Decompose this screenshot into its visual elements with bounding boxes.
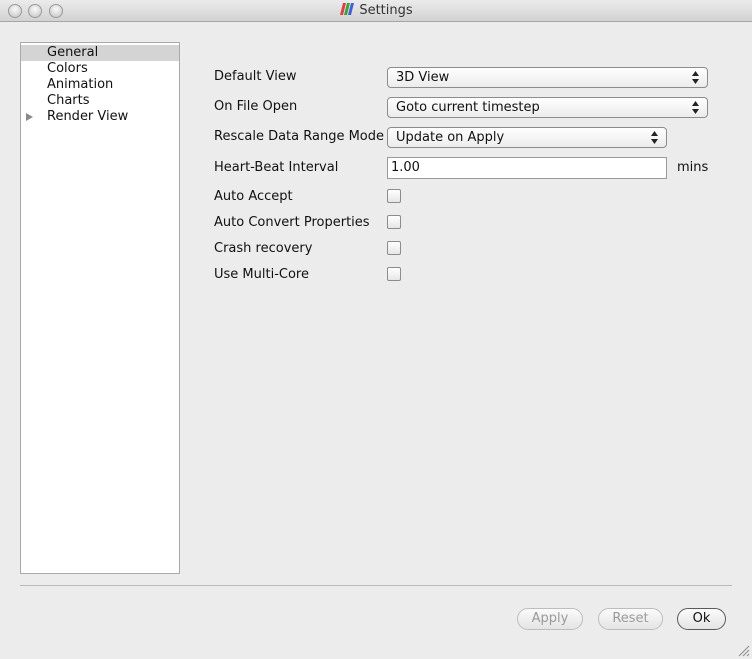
apply-button[interactable]: Apply <box>517 608 583 630</box>
up-down-chevron-icon <box>692 101 699 114</box>
on-file-open-combo[interactable]: Goto current timestep <box>387 97 708 118</box>
footer-separator <box>20 585 732 586</box>
tree-item-label: Animation <box>47 77 114 92</box>
auto-convert-checkbox[interactable] <box>387 215 401 229</box>
tree-item-render-view[interactable]: Render View <box>21 109 179 125</box>
tree-item-label: General <box>47 45 99 60</box>
ok-button[interactable]: Ok <box>677 608 726 630</box>
crash-recovery-checkbox[interactable] <box>387 241 401 255</box>
tree-item-animation[interactable]: Animation <box>21 77 179 93</box>
tree-item-label: Charts <box>47 93 90 108</box>
rescale-mode-combo[interactable]: Update on Apply <box>387 127 667 148</box>
heartbeat-label: Heart-Beat Interval <box>214 160 339 175</box>
multi-core-label: Use Multi-Core <box>214 267 309 282</box>
default-view-combo[interactable]: 3D View <box>387 67 708 88</box>
window-title-area: Settings <box>0 3 752 18</box>
title-bar: Settings <box>0 0 752 22</box>
settings-category-tree[interactable]: General Colors Animation Charts Render V… <box>20 42 180 574</box>
up-down-chevron-icon <box>692 71 699 84</box>
settings-window: Settings General Colors Animation Charts… <box>0 0 752 659</box>
multi-core-checkbox[interactable] <box>387 267 401 281</box>
tree-item-general[interactable]: General <box>21 45 179 61</box>
heartbeat-unit: mins <box>677 160 709 175</box>
disclosure-triangle-icon[interactable] <box>26 113 33 121</box>
default-view-value: 3D View <box>396 70 450 85</box>
tree-item-charts[interactable]: Charts <box>21 93 179 109</box>
auto-accept-checkbox[interactable] <box>387 189 401 203</box>
heartbeat-input[interactable]: 1.00 <box>387 157 667 179</box>
tree-item-label: Render View <box>47 109 129 124</box>
on-file-open-value: Goto current timestep <box>396 100 540 115</box>
window-title: Settings <box>359 3 413 18</box>
rescale-mode-label: Rescale Data Range Mode <box>214 129 385 144</box>
auto-convert-label: Auto Convert Properties <box>214 215 370 230</box>
paraview-logo-icon <box>340 3 355 15</box>
on-file-open-label: On File Open <box>214 99 298 114</box>
auto-accept-label: Auto Accept <box>214 189 293 204</box>
tree-item-colors[interactable]: Colors <box>21 61 179 77</box>
rescale-mode-value: Update on Apply <box>396 130 505 145</box>
tree-item-label: Colors <box>47 61 88 76</box>
crash-recovery-label: Crash recovery <box>214 241 313 256</box>
resize-grip-icon[interactable] <box>738 645 750 657</box>
reset-button[interactable]: Reset <box>598 608 663 630</box>
up-down-chevron-icon <box>651 131 658 144</box>
default-view-label: Default View <box>214 69 297 84</box>
